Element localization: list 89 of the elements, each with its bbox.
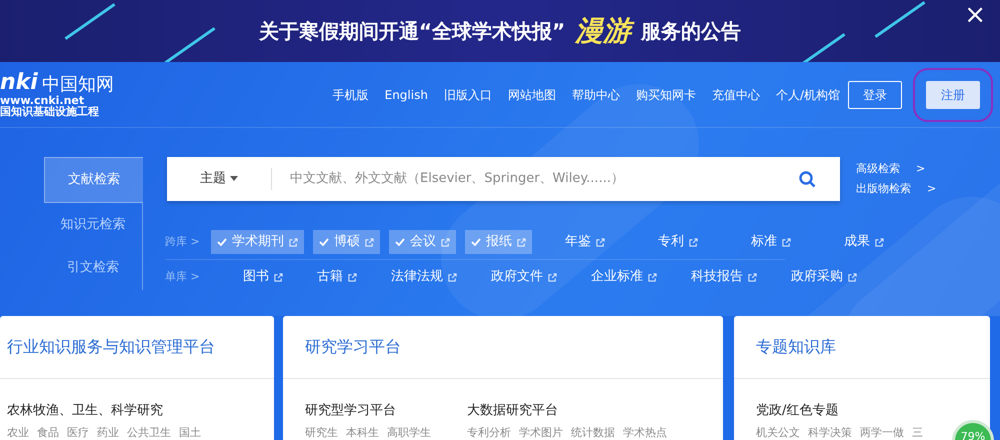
external-link-icon [748,272,757,282]
logo-mark: nki [0,71,38,94]
external-link-icon [348,272,357,282]
check-icon [471,238,481,246]
check-icon [319,238,329,246]
external-link-icon [289,238,298,246]
external-link-icon [648,272,657,282]
advanced-search-link[interactable]: 出版物检索 [856,181,911,198]
category-link[interactable]: 食品 [37,424,59,440]
banner-text: 关于寒假期间开通“全球学术快报” [258,18,566,45]
nav-link[interactable]: 帮助中心 [572,86,620,104]
category-link[interactable]: 高职学生 [387,424,431,440]
group-heading[interactable]: 农林牧渔、卫生、科学研究 [7,401,201,420]
search-icon[interactable] [799,170,816,188]
group-heading[interactable]: 党政/红色专题 [756,401,923,420]
banner-text: 服务的公告 [641,18,742,45]
check-icon [217,238,227,246]
external-link-icon [848,272,857,282]
database-tag[interactable]: 政府采购 [785,265,863,289]
caret-icon [230,176,238,181]
external-link-icon [596,238,605,246]
close-button[interactable]: × [964,2,986,28]
category-link[interactable]: 两学一做 [860,424,904,440]
category-link[interactable]: 公共卫生 [127,424,171,440]
external-link-icon [274,272,283,282]
external-link-icon [441,238,450,246]
nav-link[interactable]: 充值中心 [712,86,760,104]
nav-link[interactable]: 网站地图 [508,86,556,104]
database-tag[interactable]: 博硕 [313,230,380,254]
category-link[interactable]: 机关公文 [756,424,800,440]
category-link[interactable]: 医疗 [67,424,89,440]
external-link-icon [782,238,791,246]
external-link-icon [689,238,698,246]
nav-link[interactable]: 个人/机构馆 [776,86,840,104]
register-button[interactable]: 注册 [926,80,980,108]
row-label: 跨库 > [165,234,201,250]
card-title[interactable]: 研究学习平台 [305,335,401,359]
login-button[interactable]: 登录 [848,80,902,108]
database-tag[interactable]: 古籍 [311,265,363,289]
external-link-icon [365,238,374,246]
category-link[interactable]: 专利分析 [467,424,511,440]
category-link[interactable]: 本科生 [346,424,379,440]
logo-url: www.cnki.net [0,94,84,106]
category-link[interactable]: 统计数据 [571,424,615,440]
advanced-search-link[interactable]: 高级检索 [856,160,900,177]
category-link[interactable]: 科学决策 [808,424,852,440]
card-title[interactable]: 专题知识库 [756,335,836,359]
row-label: 单库 > [165,268,201,285]
external-link-icon [448,272,457,282]
category-link[interactable]: 药业 [97,424,119,440]
nav-link[interactable]: 手机版 [332,86,369,104]
category-link[interactable]: 学术图片 [519,424,563,440]
database-tag[interactable]: 科技报告 [685,265,763,289]
database-tag[interactable]: 年鉴 [559,230,611,254]
chevron-icon: > [927,181,936,198]
database-tag[interactable]: 报纸 [465,230,532,254]
database-tag[interactable]: 学术期刊 [211,230,304,254]
search-tab[interactable]: 文献检索 [44,157,143,202]
logo-slogan: 国知识基础设施工程 [0,106,100,118]
database-tag[interactable]: 会议 [389,230,456,254]
category-link[interactable]: 国土 [179,424,201,440]
nav-link[interactable]: 旧版入口 [444,86,492,104]
database-tag[interactable]: 法律法规 [385,265,463,289]
search-tab[interactable]: 知识元检索 [44,202,143,246]
card-title[interactable]: 行业知识服务与知识管理平台 [7,335,215,359]
chevron-icon: > [916,160,926,177]
database-tag[interactable]: 标准 [745,230,797,254]
category-link[interactable]: 学术热点 [623,424,667,440]
external-link-icon [875,238,884,246]
database-tag[interactable]: 成果 [838,230,890,254]
search-tab[interactable]: 引文检索 [44,246,143,290]
database-tag[interactable]: 政府文件 [485,265,563,289]
field-dropdown[interactable]: 主题 [200,171,238,186]
nav-link[interactable]: English [384,86,428,104]
nav-link[interactable]: 购买知网卡 [636,86,696,104]
database-tag[interactable]: 企业标准 [585,265,663,289]
search-box[interactable]: 主题 中文文献、外文文献（Elsevier、Springer、Wiley......） [167,157,840,201]
database-tag[interactable]: 图书 [237,265,289,289]
category-link[interactable]: 三 [912,424,923,440]
category-link[interactable]: 农业 [7,424,29,440]
database-tag[interactable]: 专利 [652,230,704,254]
logo-name: 中国知网 [42,76,114,94]
category-link[interactable]: 研究生 [305,424,338,440]
external-link-icon [548,272,557,282]
external-link-icon [517,238,526,246]
search-input[interactable]: 中文文献、外文文献（Elsevier、Springer、Wiley......） [272,168,799,190]
group-heading[interactable]: 研究型学习平台 [305,401,431,420]
check-icon [395,238,405,246]
group-heading[interactable]: 大数据研究平台 [467,401,667,420]
